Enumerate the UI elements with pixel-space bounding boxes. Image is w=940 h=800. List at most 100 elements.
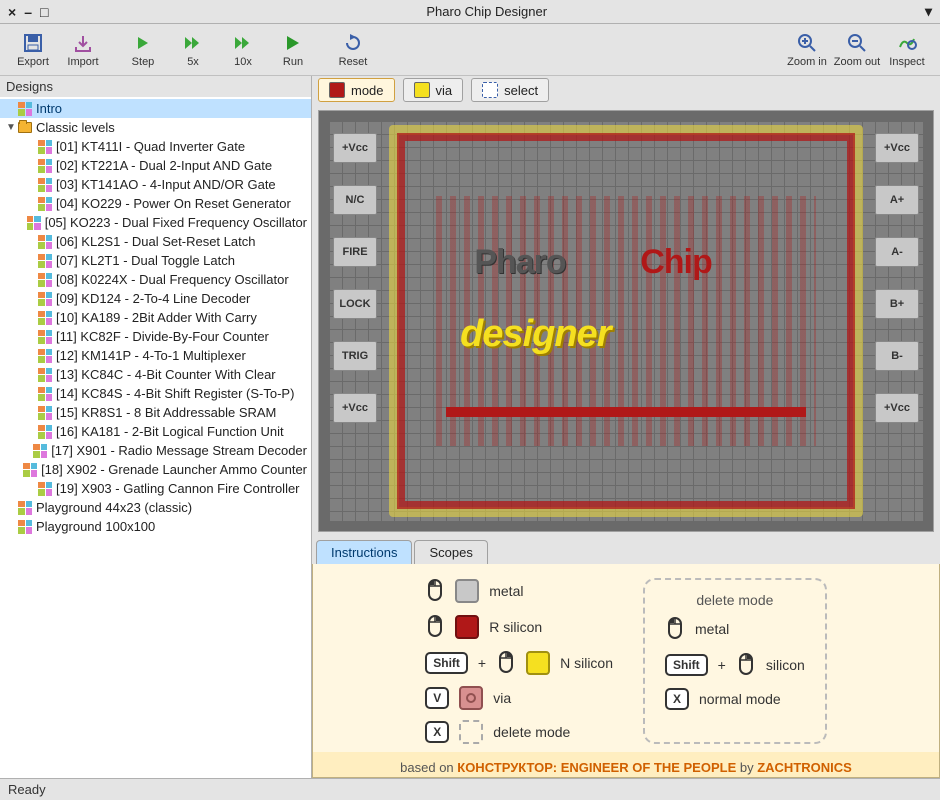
zoom-in-label: Zoom in	[787, 56, 827, 68]
tree-item-level[interactable]: [01] KT411I - Quad Inverter Gate	[0, 137, 311, 156]
tree-item-level[interactable]: [04] KO229 - Power On Reset Generator	[0, 194, 311, 213]
x5-button[interactable]: 5x	[168, 28, 218, 72]
tree-item-level[interactable]: [19] X903 - Gatling Cannon Fire Controll…	[0, 479, 311, 498]
tree-item-level[interactable]: [17] X901 - Radio Message Stream Decoder	[0, 441, 311, 460]
close-icon[interactable]: ×	[6, 4, 18, 20]
delete-swatch-icon	[459, 720, 483, 744]
tree-label: Playground 44x23 (classic)	[36, 500, 192, 515]
instructions-panel: metal R silicon Shift + N silicon	[312, 564, 940, 778]
tree-item-level[interactable]: [11] KC82F - Divide-By-Four Counter	[0, 327, 311, 346]
reset-label: Reset	[339, 56, 368, 68]
tree-item-playground[interactable]: Playground 100x100	[0, 517, 311, 536]
tree-item-level[interactable]: [10] KA189 - 2Bit Adder With Carry	[0, 308, 311, 327]
mouse-right-icon	[496, 650, 516, 676]
inspect-label: Inspect	[889, 56, 924, 68]
tree-item-level[interactable]: [18] X902 - Grenade Launcher Ammo Counte…	[0, 460, 311, 479]
tree-item-level[interactable]: [06] KL2S1 - Dual Set-Reset Latch	[0, 232, 311, 251]
tree-item-level[interactable]: [02] KT221A - Dual 2-Input AND Gate	[0, 156, 311, 175]
legend-row: metal	[425, 578, 613, 604]
logo-pharo: Pharo	[474, 243, 565, 282]
tree-label: [09] KD124 - 2-To-4 Line Decoder	[56, 291, 250, 306]
inspect-button[interactable]: Inspect	[882, 28, 932, 72]
import-label: Import	[67, 56, 98, 68]
level-icon	[38, 311, 52, 325]
tree-item-level[interactable]: [07] KL2T1 - Dual Toggle Latch	[0, 251, 311, 270]
level-icon	[38, 178, 52, 192]
pad-label: TRIG	[333, 341, 377, 371]
legend-label: N silicon	[560, 655, 613, 671]
main-toolbar: Export Import Step 5x 10x Run Reset Zoom…	[0, 24, 940, 76]
chip-canvas[interactable]: +VccN/CFIRELOCKTRIG+Vcc +VccA+A-B+B-+Vcc…	[318, 110, 934, 532]
tree-label: [18] X902 - Grenade Launcher Ammo Counte…	[41, 462, 307, 477]
legend-label: delete mode	[493, 724, 570, 740]
mode-button[interactable]: mode	[318, 78, 395, 102]
tree-item-level[interactable]: [14] KC84S - 4-Bit Shift Register (S-To-…	[0, 384, 311, 403]
tree-label: [10] KA189 - 2Bit Adder With Carry	[56, 310, 257, 325]
minimize-icon[interactable]: –	[22, 4, 34, 20]
maximize-icon[interactable]: □	[38, 4, 50, 20]
level-icon	[38, 140, 52, 154]
tab-instructions[interactable]: Instructions	[316, 540, 412, 564]
pad-label: N/C	[333, 185, 377, 215]
tree-item-folder[interactable]: ▼ Classic levels	[0, 118, 311, 137]
chip-layout: Pharo Chip designer	[389, 125, 863, 517]
design-tree[interactable]: Intro ▼ Classic levels [01] KT411I - Qua…	[0, 97, 311, 778]
credits-author: ZACHTRONICS	[757, 760, 852, 775]
export-button[interactable]: Export	[8, 28, 58, 72]
level-icon	[38, 159, 52, 173]
level-icon	[38, 349, 52, 363]
x10-button[interactable]: 10x	[218, 28, 268, 72]
tree-item-level[interactable]: [15] KR8S1 - 8 Bit Addressable SRAM	[0, 403, 311, 422]
legend-row: V via	[425, 686, 613, 710]
tree-item-level[interactable]: [12] KM141P - 4-To-1 Multiplexer	[0, 346, 311, 365]
step-button[interactable]: Step	[118, 28, 168, 72]
n-swatch-icon	[414, 82, 430, 98]
tree-label: [14] KC84S - 4-Bit Shift Register (S-To-…	[56, 386, 294, 401]
tree-item-playground[interactable]: Playground 44x23 (classic)	[0, 498, 311, 517]
delete-mode-box: delete mode metal Shift + silicon	[643, 578, 827, 744]
titlebar: × – □ Pharo Chip Designer ▾	[0, 0, 940, 24]
legend-column: metal R silicon Shift + N silicon	[425, 578, 613, 744]
tree-label: [19] X903 - Gatling Cannon Fire Controll…	[56, 481, 300, 496]
tree-item-level[interactable]: [03] KT141AO - 4-Input AND/OR Gate	[0, 175, 311, 194]
legend-row: X normal mode	[665, 688, 805, 710]
level-icon	[38, 425, 52, 439]
chevron-down-icon[interactable]: ▼	[4, 122, 18, 133]
dropdown-icon[interactable]: ▾	[923, 3, 934, 20]
zoom-in-button[interactable]: Zoom in	[782, 28, 832, 72]
step-label: Step	[132, 56, 155, 68]
tree-item-level[interactable]: [13] KC84C - 4-Bit Counter With Clear	[0, 365, 311, 384]
reset-button[interactable]: Reset	[328, 28, 378, 72]
run-button[interactable]: Run	[268, 28, 318, 72]
tree-item-level[interactable]: [05] KO223 - Dual Fixed Frequency Oscill…	[0, 213, 311, 232]
save-icon	[23, 32, 43, 54]
tree-item-level[interactable]: [09] KD124 - 2-To-4 Line Decoder	[0, 289, 311, 308]
legend-row: R silicon	[425, 614, 613, 640]
tree-label: [17] X901 - Radio Message Stream Decoder	[51, 443, 307, 458]
tree-item-level[interactable]: [08] K0224X - Dual Frequency Oscillator	[0, 270, 311, 289]
tree-item-intro[interactable]: Intro	[0, 99, 311, 118]
logo-chip: Chip	[640, 243, 712, 282]
zoom-in-icon	[797, 32, 817, 54]
via-button[interactable]: via	[403, 78, 464, 102]
window-controls-left: × – □	[6, 4, 50, 20]
canvas-wrap: +VccN/CFIRELOCKTRIG+Vcc +VccA+A-B+B-+Vcc…	[312, 104, 940, 538]
tree-label: [02] KT221A - Dual 2-Input AND Gate	[56, 158, 272, 173]
zoom-out-button[interactable]: Zoom out	[832, 28, 882, 72]
tree-item-level[interactable]: [16] KA181 - 2-Bit Logical Function Unit	[0, 422, 311, 441]
level-icon	[27, 216, 41, 230]
sidebar-title: Designs	[0, 76, 311, 97]
legend-row: metal	[665, 616, 805, 642]
faster-icon	[233, 32, 253, 54]
pad-label: +Vcc	[333, 133, 377, 163]
x10-label: 10x	[234, 56, 252, 68]
credits-mid: by	[740, 760, 757, 775]
select-swatch-icon	[482, 82, 498, 98]
tree-label: [06] KL2S1 - Dual Set-Reset Latch	[56, 234, 255, 249]
tab-scopes[interactable]: Scopes	[414, 540, 487, 564]
select-button[interactable]: select	[471, 78, 549, 102]
import-button[interactable]: Import	[58, 28, 108, 72]
legend-row: Shift + N silicon	[425, 650, 613, 676]
level-icon	[38, 330, 52, 344]
level-icon	[38, 368, 52, 382]
